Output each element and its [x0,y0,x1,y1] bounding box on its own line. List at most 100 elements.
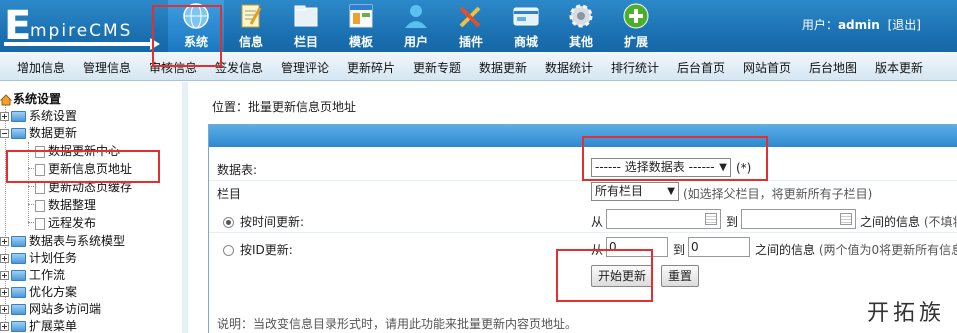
tree-guide-line [28,142,29,226]
quick-update-fragments[interactable]: 更新碎片 [347,59,395,76]
page-icon [35,217,45,230]
time-update-option[interactable]: 按时间更新: [223,213,304,230]
nav-extend[interactable]: 扩展 [608,0,664,52]
nav-shop[interactable]: 商城 [498,0,554,52]
expand-icon[interactable] [0,271,9,280]
tree-item-multi-access[interactable]: 网站多访问端 [0,301,101,317]
end-date-input[interactable] [741,209,856,229]
tree-item-label: 更新信息页地址 [48,162,133,176]
tree-item-dynamic-cache[interactable]: 更新动态页缓存 [35,179,132,195]
home-folder-icon [0,93,12,105]
quick-version-update[interactable]: 版本更新 [875,59,923,76]
tree-item-label: 更新动态页缓存 [48,180,133,194]
expand-icon[interactable] [0,237,9,246]
plus-circle-icon [623,3,649,29]
start-update-button[interactable]: 开始更新 [591,265,653,287]
folder-icon [11,270,26,281]
column-hint: (如选择父栏目，将更新所有子栏目) [683,187,873,201]
tree-root[interactable]: 系统设置 [0,91,61,107]
expand-icon[interactable] [0,322,9,331]
id-update-option[interactable]: 按ID更新: [223,241,293,258]
table-select[interactable]: ------ 选择数据表 ------ ▼ [591,158,731,177]
folder-icon [11,236,26,247]
globe-icon [183,3,209,29]
nav-other[interactable]: 其他 [553,0,609,52]
time-suffix-text: 之间的信息 [860,215,921,229]
nav-info[interactable]: 信息 [223,0,279,52]
id-update-label: 按ID更新: [240,243,293,257]
expand-icon[interactable] [0,254,9,263]
tree-item-system-settings[interactable]: 系统设置 [0,108,77,124]
quick-manage-info[interactable]: 管理信息 [83,59,131,76]
nav-label: 系统 [183,35,208,49]
time-hint: (不填将 [923,215,957,229]
folder-icon [11,287,26,298]
gear-icon [569,4,593,28]
tree-item-workflow[interactable]: 工作流 [0,267,65,283]
nav-label: 插件 [458,35,483,49]
expand-icon[interactable] [0,112,9,121]
tree-item-optimization[interactable]: 优化方案 [0,284,77,300]
logout-link[interactable]: [退出] [888,18,921,32]
quick-site-home[interactable]: 网站首页 [743,59,791,76]
tree-item-update-center[interactable]: 数据更新中心 [35,143,120,159]
id-suffix-text: 之间的信息 [755,243,816,257]
quick-update-topics[interactable]: 更新专题 [413,59,461,76]
start-id-input[interactable]: 0 [606,237,668,257]
tree-item-data-update[interactable]: 数据更新 [0,125,77,141]
start-date-input[interactable] [606,209,721,229]
tree-item-remote-publish[interactable]: 远程发布 [35,215,96,231]
quick-menu-bar: 增加信息 管理信息 审核信息 签发信息 管理评论 更新碎片 更新专题 数据更新 … [0,52,957,81]
nav-label: 模板 [348,35,373,49]
nav-column[interactable]: 栏目 [278,0,334,52]
expand-icon[interactable] [0,305,9,314]
tree-item-scheduled-tasks[interactable]: 计划任务 [0,250,77,266]
quick-data-update[interactable]: 数据更新 [479,59,527,76]
nav-template[interactable]: 模板 [333,0,389,52]
reset-button[interactable]: 重置 [661,265,699,287]
end-id-value: 0 [691,240,699,254]
nav-label: 商城 [513,35,538,49]
logo-arrow-icon [4,38,160,50]
tree-item-label: 扩展菜单 [29,319,78,333]
id-hint: (两个值为0将更新所有信息 [818,243,957,257]
expand-icon[interactable] [0,288,9,297]
column-select[interactable]: 所有栏目 ▼ [591,182,679,201]
radio-time[interactable] [223,217,234,228]
logo-text: mpireCMS [30,21,133,41]
quick-add-info[interactable]: 增加信息 [17,59,65,76]
template-window-icon [349,4,373,28]
calendar-icon[interactable] [840,213,852,225]
quick-ranking-stats[interactable]: 排行统计 [611,59,659,76]
calendar-icon[interactable] [705,213,717,225]
nav-plugin[interactable]: 插件 [443,0,499,52]
tree-item-update-info-url[interactable]: 更新信息页地址 [35,161,132,177]
tree-item-label: 数据更新中心 [48,144,121,158]
time-suffix: 之间的信息 (不填将 [860,213,957,230]
user-prefix: 用户： [801,18,838,32]
quick-review-info[interactable]: 审核信息 [149,59,197,76]
row-id-update: 按ID更新: 从 0 到 0 之间的信息 (两个值为0将更新所有信息 [209,235,957,261]
nav-user[interactable]: 用户 [388,0,444,52]
tree-item-extension-menu[interactable]: 扩展菜单 [0,318,77,333]
quick-admin-home[interactable]: 后台首页 [677,59,725,76]
usage-note: 说明：当改变信息目录形式时，请用此功能来批量更新内容页地址。 [217,317,578,331]
quick-data-stats[interactable]: 数据统计 [545,59,593,76]
tree-item-tables-models[interactable]: 数据表与系统模型 [0,233,125,249]
end-id-input[interactable]: 0 [688,237,750,257]
tree-item-data-cleanup[interactable]: 数据整理 [35,197,96,213]
collapse-icon[interactable] [0,129,9,138]
page-icon [35,181,45,194]
page-icon [35,163,45,176]
tree-item-label: 数据整理 [48,198,97,212]
required-mark: (*) [736,161,752,175]
quick-admin-map[interactable]: 后台地图 [809,59,857,76]
dropdown-arrow-icon: ▼ [719,162,727,173]
nav-system[interactable]: 系统 [168,0,224,52]
radio-id[interactable] [223,245,234,256]
quick-sign-info[interactable]: 签发信息 [215,59,263,76]
time-update-label: 按时间更新: [240,215,305,229]
tree-item-label: 数据更新 [29,126,78,140]
folder-icon [11,304,26,315]
quick-manage-comments[interactable]: 管理评论 [281,59,329,76]
